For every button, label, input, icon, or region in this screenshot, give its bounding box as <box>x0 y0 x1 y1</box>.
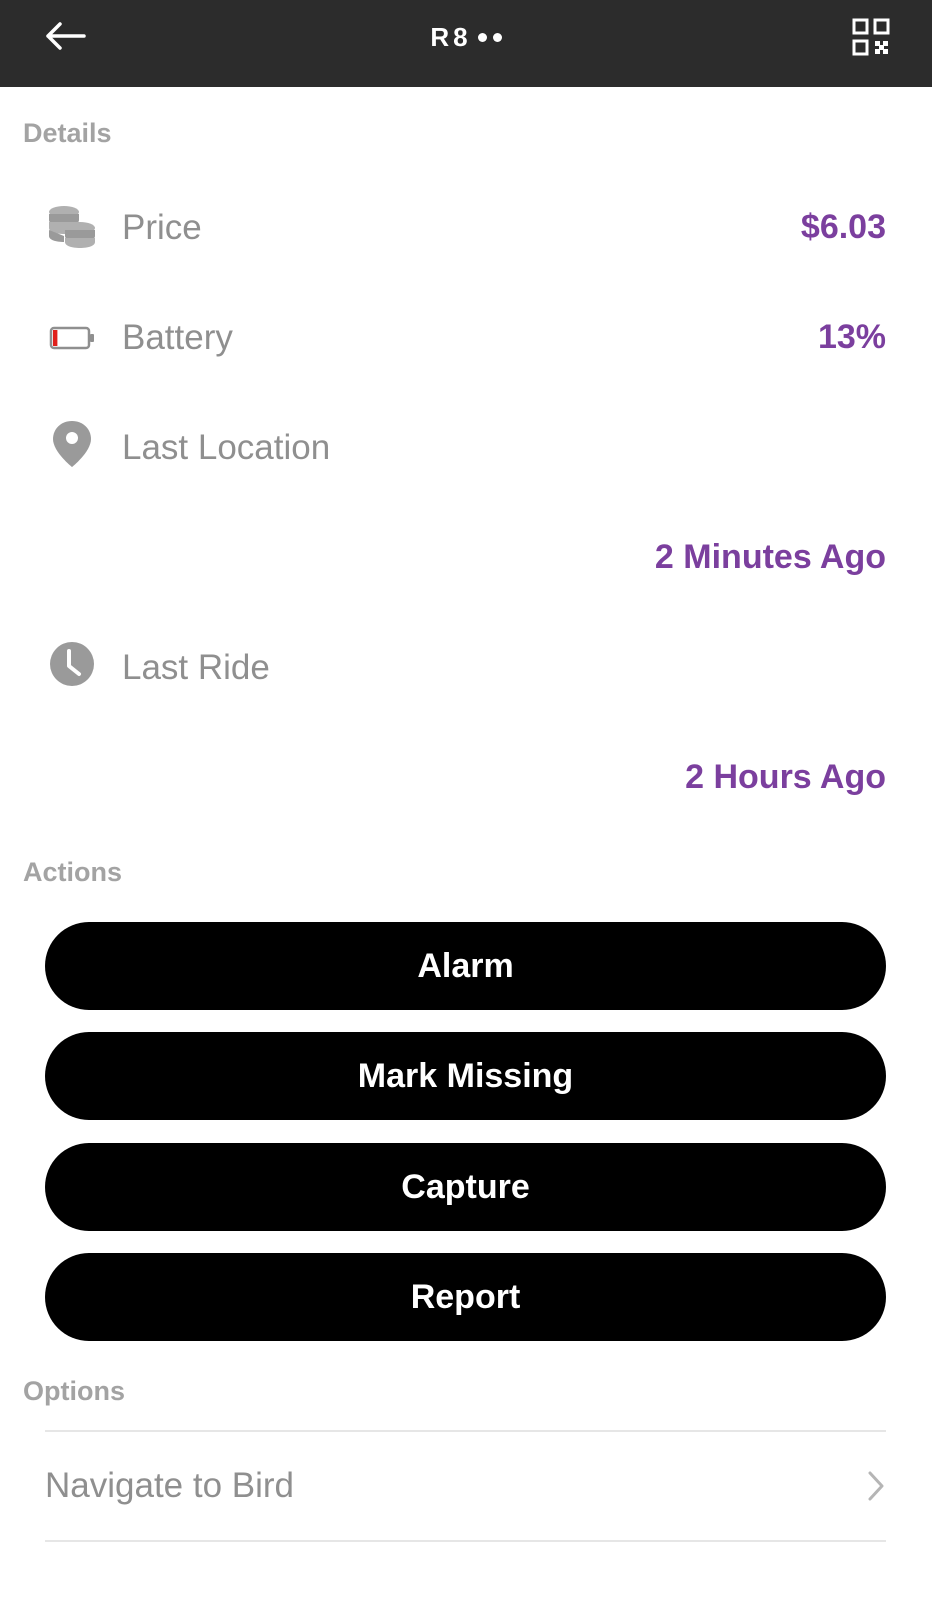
alarm-button[interactable]: Alarm <box>45 922 886 1010</box>
battery-label: Battery <box>122 318 233 357</box>
chevron-right-icon <box>868 1471 884 1501</box>
masked-dot <box>477 33 487 42</box>
divider <box>45 1540 886 1542</box>
price-value: $6.03 <box>800 208 886 246</box>
arrow-left-icon <box>46 22 86 50</box>
location-pin-icon <box>46 418 98 470</box>
last-location-value: 2 Minutes Ago <box>654 538 886 576</box>
last-location-row: Last Location <box>0 412 932 482</box>
clock-icon <box>46 638 98 690</box>
masked-dot <box>492 33 502 42</box>
last-ride-value: 2 Hours Ago <box>685 758 886 796</box>
mark-missing-button[interactable]: Mark Missing <box>45 1032 886 1120</box>
options-section-label: Options <box>23 1376 125 1406</box>
report-button[interactable]: Report <box>45 1253 886 1341</box>
battery-value: 13% <box>817 318 886 356</box>
actions-section-label: Actions <box>23 857 123 887</box>
price-label: Price <box>122 208 202 247</box>
details-section-label: Details <box>23 118 112 148</box>
vehicle-id: R8 <box>430 22 472 52</box>
capture-button[interactable]: Capture <box>45 1143 886 1231</box>
last-location-label: Last Location <box>122 428 331 467</box>
last-ride-label: Last Ride <box>122 648 270 687</box>
qr-code-icon <box>852 18 890 56</box>
battery-row: Battery 13% <box>0 302 932 372</box>
coins-icon <box>46 200 98 252</box>
last-ride-row: Last Ride <box>0 632 932 702</box>
battery-low-icon <box>46 312 98 364</box>
qr-button[interactable] <box>852 18 890 56</box>
price-row: Price $6.03 <box>0 192 932 262</box>
page-title: R8 <box>430 22 502 53</box>
option-label: Navigate to Bird <box>45 1466 295 1505</box>
top-bar: R8 <box>0 0 932 87</box>
navigate-to-bird-option[interactable]: Navigate to Bird <box>45 1432 886 1540</box>
back-button[interactable] <box>40 14 90 58</box>
